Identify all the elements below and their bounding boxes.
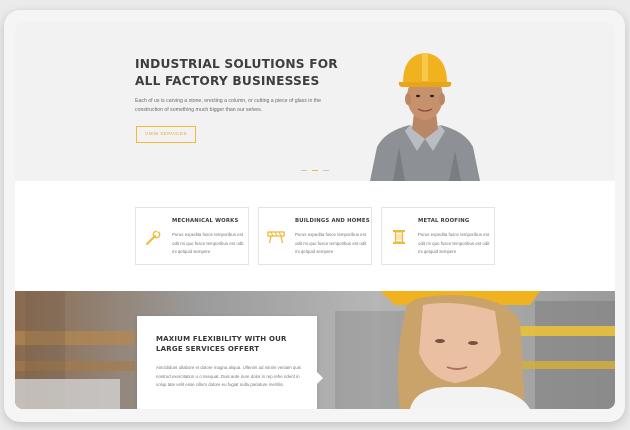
spool-icon (393, 230, 405, 244)
feature-text: Aincididunt ullabore et dolore magna ali… (156, 365, 301, 388)
feature-section: MAXIUM FLEXIBILITY WITH OUR LARGE SERVIC… (15, 291, 615, 409)
slider-dot[interactable] (301, 170, 307, 172)
service-title: BUILDINGS AND HOMES (295, 218, 370, 224)
feature-title: MAXIUM FLEXIBILITY WITH OUR LARGE SERVIC… (156, 335, 287, 353)
service-text: Purus expedita fusce temporibus est odit… (418, 232, 490, 254)
panel-pointer (317, 372, 323, 384)
slider-dot-active[interactable] (312, 170, 318, 172)
slider-dots (301, 170, 331, 173)
services-section: MECHANICAL WORKS Purus expedita fusce te… (15, 181, 615, 291)
service-text: Purus expedita fusce temporibus est odit… (295, 232, 367, 254)
slider-dot[interactable] (323, 170, 329, 172)
hero-description: Each of us is carving a stone, erecting … (135, 98, 321, 113)
service-card-metal-roofing[interactable]: METAL ROOFING Purus expedita fusce tempo… (381, 207, 495, 265)
hero-worker-image (370, 53, 480, 181)
hero-section: INDUSTRIAL SOLUTIONS FOR ALL FACTORY BUS… (15, 21, 615, 181)
hero-title: INDUSTRIAL SOLUTIONS FOR ALL FACTORY BUS… (135, 57, 338, 88)
website-screen: INDUSTRIAL SOLUTIONS FOR ALL FACTORY BUS… (15, 21, 615, 409)
service-text: Purus expedita fusce temporibus est odit… (172, 232, 244, 254)
view-services-button[interactable]: VIEW SERVICES (136, 126, 196, 143)
service-card-buildings-and-homes[interactable]: BUILDINGS AND HOMES Purus expedita fusce… (258, 207, 372, 265)
feature-panel: MAXIUM FLEXIBILITY WITH OUR LARGE SERVIC… (137, 316, 323, 409)
service-title: METAL ROOFING (418, 218, 470, 224)
wrench-icon (146, 228, 161, 245)
service-title: MECHANICAL WORKS (172, 218, 239, 224)
barrier-icon (267, 231, 285, 244)
service-card-mechanical-works[interactable]: MECHANICAL WORKS Purus expedita fusce te… (135, 207, 249, 265)
